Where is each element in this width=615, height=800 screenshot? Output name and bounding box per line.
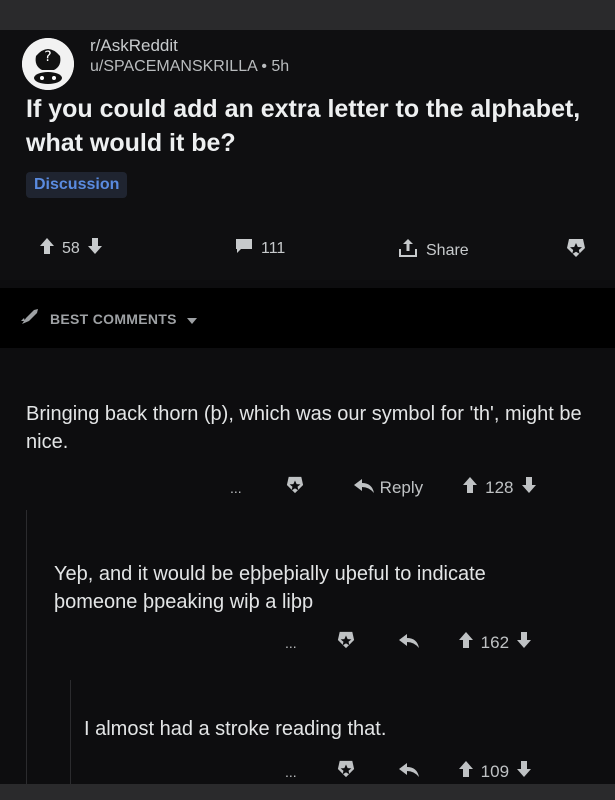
post-actions: 58 111 Share (0, 236, 615, 266)
downvote-icon[interactable] (87, 238, 102, 259)
comment-score: 109 (480, 761, 510, 781)
award-icon[interactable] (337, 631, 355, 654)
award-icon[interactable] (286, 476, 304, 499)
comment-body[interactable]: I almost had a stroke reading that. (84, 715, 584, 743)
bottom-bar (0, 784, 615, 800)
post-title[interactable]: If you could add an extra letter to the … (26, 92, 601, 160)
upvote-icon[interactable] (463, 477, 478, 498)
comment-score: 128 (485, 477, 514, 497)
comment-count: 111 (261, 239, 286, 257)
sort-bar: BEST COMMENTS (0, 288, 615, 348)
subreddit-avatar[interactable]: ? (22, 38, 74, 90)
share-label: Share (426, 241, 469, 259)
upvote-icon[interactable] (458, 761, 473, 782)
post-author[interactable]: u/SPACEMANSKRILLA • 5h (90, 58, 289, 76)
share-icon (398, 238, 418, 263)
comments-button[interactable]: 111 (235, 238, 285, 259)
comment-icon (235, 238, 253, 259)
comment-actions: ... Reply 128 (230, 476, 536, 499)
downvote-icon[interactable] (521, 477, 536, 498)
username[interactable]: u/SPACEMANSKRILLA (90, 58, 257, 75)
reply-label: Reply (379, 477, 424, 497)
upvote-count: 58 (62, 239, 80, 257)
rocket-icon (20, 308, 40, 329)
comment-body[interactable]: Yeþ, and it would be eþþeþially uþeful t… (54, 560, 574, 616)
upvote-icon[interactable] (458, 632, 473, 653)
subreddit-name[interactable]: r/AskReddit (90, 36, 178, 56)
share-button[interactable]: Share (398, 238, 469, 263)
post-age: 5h (271, 58, 290, 75)
comment-actions: ... 162 (285, 631, 532, 654)
sort-dropdown[interactable]: BEST COMMENTS (20, 308, 197, 329)
thread-line[interactable] (26, 510, 27, 800)
reply-icon[interactable] (398, 633, 419, 653)
award-icon (566, 238, 586, 263)
top-bar (0, 0, 615, 30)
downvote-icon[interactable] (517, 761, 532, 782)
caret-down-icon (186, 311, 197, 327)
award-icon[interactable] (337, 760, 355, 783)
reply-button[interactable]: Reply (353, 477, 424, 498)
downvote-icon[interactable] (517, 632, 532, 653)
reply-icon (353, 478, 374, 498)
reply-icon[interactable] (398, 762, 419, 782)
comment-body[interactable]: Bringing back thorn (þ), which was our s… (26, 400, 586, 456)
thread-line[interactable] (70, 680, 71, 800)
more-options[interactable]: ... (285, 635, 297, 651)
upvote-icon[interactable] (40, 238, 54, 259)
vote-group: 58 (40, 238, 102, 259)
flair-badge[interactable]: Discussion (26, 172, 128, 198)
sort-label: BEST COMMENTS (50, 310, 177, 327)
more-options[interactable]: ... (285, 764, 297, 780)
comment-score: 162 (480, 632, 510, 652)
comment-actions: ... 109 (285, 760, 532, 783)
award-button[interactable] (566, 238, 586, 263)
more-options[interactable]: ... (230, 480, 242, 496)
separator-dot: • (261, 58, 272, 75)
svg-text:?: ? (44, 49, 51, 65)
post-card: ? r/AskReddit u/SPACEMANSKRILLA • 5h If … (0, 30, 615, 280)
